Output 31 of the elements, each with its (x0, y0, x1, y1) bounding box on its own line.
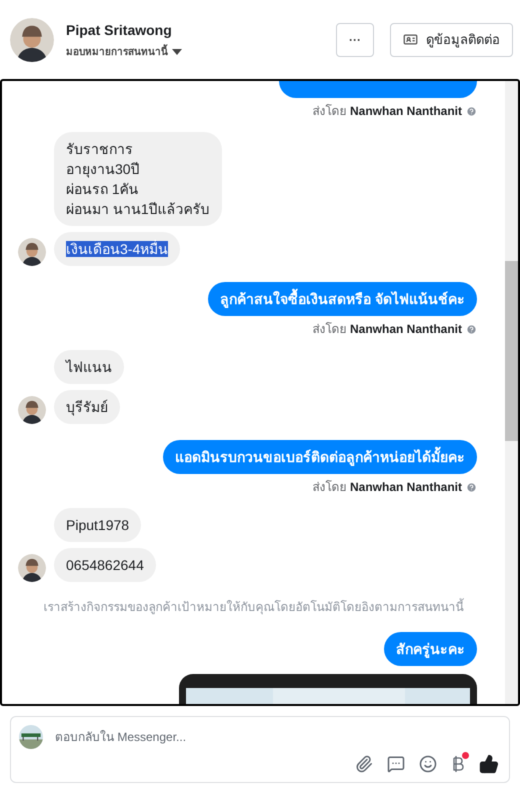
caret-icon (172, 49, 182, 55)
help-icon (466, 324, 477, 334)
outgoing-message: สักครู่นะคะ (384, 632, 477, 666)
incoming-message: ไฟแนน (54, 350, 124, 384)
avatar (18, 396, 46, 424)
outgoing-message: ลูกค้าสนใจซื้อเงินสดหรือ จัดไฟแน้นช์คะ (208, 282, 477, 316)
like-icon[interactable] (479, 754, 499, 774)
emoji-icon[interactable] (419, 755, 437, 773)
incoming-message: เงินเดือน3-4หมื่น (54, 232, 180, 266)
chat-icon[interactable] (387, 755, 405, 773)
incoming-message: บุรีรัมย์ (54, 390, 120, 424)
sent-by-label: ส่งโดย Nanwhan Nanthanit (312, 321, 462, 338)
incoming-message: รับราชการ อายุงาน30ปี ผ่อนรถ 1คัน ผ่อนมา นาน1ปีแล้วครับ (54, 132, 222, 226)
outgoing-message: แอดมินรบกวนขอเบอร์ติดต่อลูกค้าหน่อยได้มั้ยคะ (163, 440, 477, 474)
incoming-message: 0654862644 (54, 548, 156, 582)
profile-avatar (10, 18, 54, 62)
assign-dropdown[interactable]: มอบหมายการสนทนานี้ (66, 44, 182, 60)
sent-by-label: ส่งโดย Nanwhan Nanthanit (312, 103, 462, 120)
help-icon (466, 482, 477, 492)
activity-notice: เราสร้างกิจกรรมของลูกค้าเป้าหมายให้กับคุณโดยอัตโนมัติโดยอิงตามการสนทนานี้ (42, 598, 465, 616)
help-icon (466, 106, 477, 116)
avatar (18, 554, 46, 582)
avatar (18, 238, 46, 266)
id-card-icon (403, 32, 418, 47)
sent-by-label: ส่งโดย Nanwhan Nanthanit (312, 479, 462, 496)
more-button[interactable]: ··· (336, 22, 374, 56)
incoming-message: Piput1978 (54, 508, 142, 542)
scrollbar[interactable] (505, 81, 518, 704)
contact-info-button[interactable]: ดูข้อมูลติดต่อ (390, 22, 513, 56)
attachment-icon[interactable] (355, 755, 373, 773)
contact-name: Pipat Sritawong (66, 20, 173, 40)
